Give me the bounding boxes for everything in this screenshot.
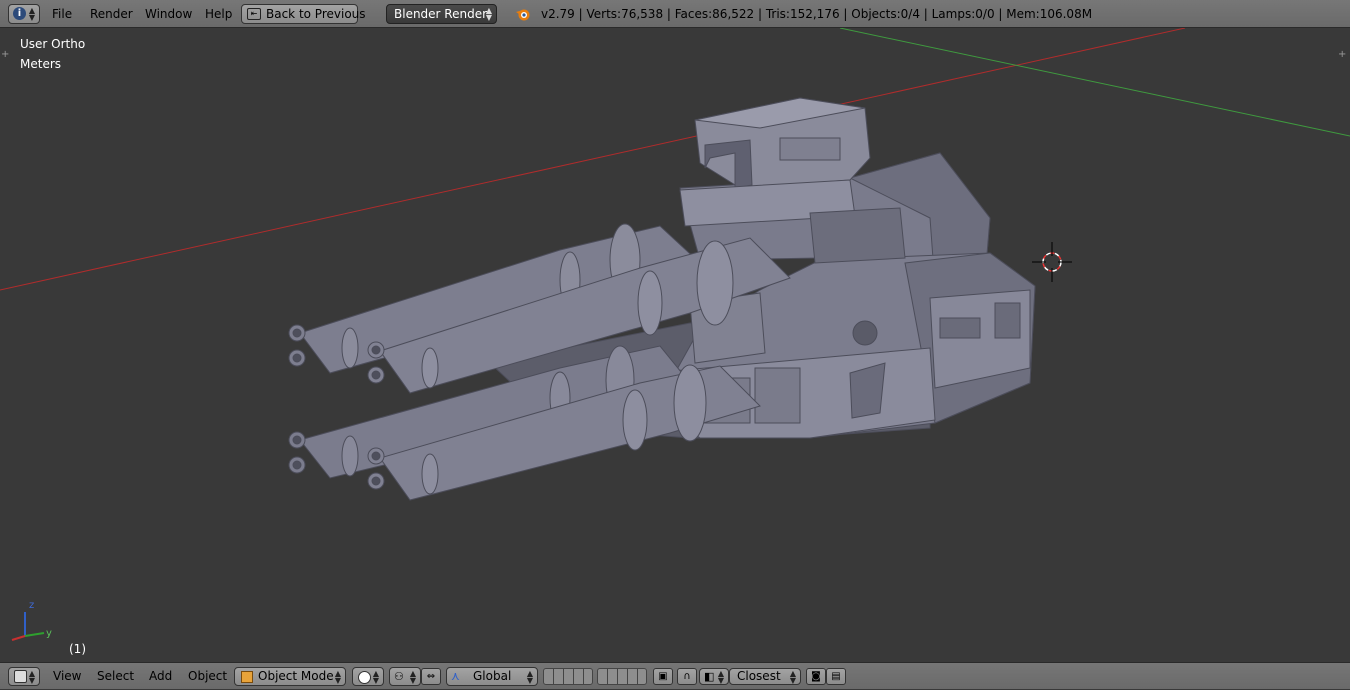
snap-element-dropdown[interactable]: ◧ ▲ ▼ <box>699 668 729 685</box>
view-name-label: User Ortho <box>20 37 86 51</box>
menu-view[interactable]: View <box>53 663 81 690</box>
menu-render[interactable]: Render <box>90 0 133 28</box>
editor-type-button[interactable]: i ▲ ▼ <box>8 4 40 24</box>
scene-stats: v2.79 | Verts:76,538 | Faces:86,522 | Tr… <box>541 7 1093 21</box>
updown-arrow-icon: ▲ ▼ <box>28 6 35 22</box>
axis-orientation-icon: ⋏ <box>451 669 460 683</box>
pivot-icon: ⚇ <box>394 670 404 683</box>
manipulator-icon: ⇔ <box>426 671 436 682</box>
menu-select[interactable]: Select <box>97 663 134 690</box>
axis-y-label: y <box>46 628 52 639</box>
object-mode-cube-icon <box>241 671 253 683</box>
3d-view-cube-icon <box>14 670 27 683</box>
clapperboard-icon: ▤ <box>831 671 841 682</box>
turret-model[interactable] <box>288 97 1036 501</box>
updown-arrow-icon: ▲ ▼ <box>789 669 796 685</box>
snap-target-label: Closest <box>737 669 781 683</box>
camera-icon: ◙ <box>811 671 821 682</box>
menu-file[interactable]: File <box>52 0 72 28</box>
layers-grid-2[interactable] <box>597 668 647 685</box>
right-panel-toggle-icon[interactable]: + <box>1338 50 1348 60</box>
snap-element-icon: ◧ <box>704 670 715 683</box>
transform-orientation-dropdown[interactable]: ⋏ Global ▲ ▼ <box>446 667 538 686</box>
updown-arrow-icon: ▲ ▼ <box>717 669 724 685</box>
menu-object[interactable]: Object <box>188 663 227 690</box>
mode-label: Object Mode <box>258 669 334 683</box>
updown-arrow-icon: ▲ ▼ <box>334 669 341 685</box>
layers-grid-1[interactable] <box>543 668 593 685</box>
3d-view-header: ▲ ▼ View Select Add Object Object Mode ▲ ▼… <box>0 662 1350 689</box>
render-engine-label: Blender Render <box>394 7 488 21</box>
menu-add[interactable]: Add <box>149 663 172 690</box>
left-panel-toggle-icon[interactable]: + <box>1 50 11 60</box>
viewport-canvas <box>0 28 1350 641</box>
blender-logo-icon <box>515 6 531 22</box>
frame-number-label: (1) <box>69 642 86 656</box>
manipulator-toggle-button[interactable]: ⇔ <box>421 668 441 685</box>
updown-arrow-icon: ▲ ▼ <box>526 669 533 685</box>
info-header: i ▲ ▼ File Render Window Help ⇤ Back to P… <box>0 0 1350 28</box>
updown-arrow-icon: ▲ ▼ <box>409 669 416 685</box>
updown-arrow-icon: ▲ ▼ <box>485 6 492 22</box>
back-to-previous-label: Back to Previous <box>266 7 366 21</box>
opengl-render-animation-button[interactable]: ▤ <box>826 668 846 685</box>
3d-viewport[interactable]: User Ortho Meters z y (1) + + <box>0 28 1350 662</box>
menu-window[interactable]: Window <box>145 0 192 28</box>
opengl-render-image-button[interactable]: ◙ <box>806 668 826 685</box>
axis-gizmo <box>11 612 45 641</box>
editor-type-button[interactable]: ▲ ▼ <box>8 667 40 686</box>
axis-z-label: z <box>29 600 35 611</box>
back-to-previous-button[interactable]: ⇤ Back to Previous <box>241 4 366 24</box>
mode-dropdown[interactable]: Object Mode ▲ ▼ <box>234 667 346 686</box>
updown-arrow-icon: ▲ ▼ <box>372 669 379 685</box>
orientation-label: Global <box>473 669 512 683</box>
info-icon: i <box>13 7 26 20</box>
render-engine-dropdown[interactable]: Blender Render ▲ ▼ <box>386 4 497 24</box>
units-label: Meters <box>20 57 62 71</box>
y-axis-line <box>839 28 1350 137</box>
proportional-editing-button[interactable]: ∩ <box>677 668 697 685</box>
menu-help[interactable]: Help <box>205 0 232 28</box>
lock-camera-layers-button[interactable]: ▣ <box>653 668 673 685</box>
viewport-shading-dropdown[interactable]: ▲ ▼ <box>352 667 384 686</box>
solid-shading-sphere-icon <box>358 671 371 684</box>
layers-lock-icon: ▣ <box>658 671 668 682</box>
magnet-icon: ∩ <box>683 671 691 682</box>
snap-target-dropdown[interactable]: Closest ▲ ▼ <box>729 668 801 685</box>
3d-cursor-icon[interactable] <box>1032 242 1072 282</box>
updown-arrow-icon: ▲ ▼ <box>28 669 35 685</box>
back-icon: ⇤ <box>247 8 261 20</box>
pivot-point-dropdown[interactable]: ⚇ ▲ ▼ <box>389 667 421 686</box>
